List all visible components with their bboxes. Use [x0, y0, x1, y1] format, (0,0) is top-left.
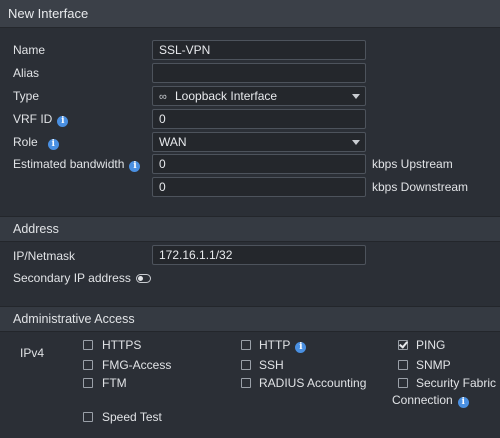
ip-netmask-input[interactable]: 172.16.1.1/32	[152, 245, 366, 265]
alias-input[interactable]	[152, 63, 366, 83]
info-icon[interactable]: i	[295, 342, 307, 353]
type-select[interactable]: ∞ Loopback Interface	[152, 86, 366, 106]
upstream-unit: kbps Upstream	[372, 157, 453, 171]
speed-test-checkbox[interactable]	[83, 412, 93, 422]
bandwidth-label-text: Estimated bandwidth	[13, 157, 125, 171]
security-fabric-checkbox[interactable]	[398, 378, 408, 388]
security-fabric-label-line2: Connection	[392, 393, 453, 407]
ftm-label: FTM	[102, 376, 127, 390]
security-fabric-label-line2-row: Connection i	[392, 393, 469, 408]
link-icon: ∞	[159, 91, 167, 103]
ftm-checkbox[interactable]	[83, 378, 93, 388]
info-icon[interactable]: i	[457, 397, 469, 408]
type-value: Loopback Interface	[175, 89, 278, 103]
name-label: Name	[13, 43, 46, 57]
dialog-titlebar: New Interface	[0, 0, 500, 28]
secondary-ip-label: Secondary IP address	[13, 271, 131, 285]
type-label: Type	[13, 89, 40, 103]
ping-checkbox[interactable]	[398, 340, 408, 350]
role-select[interactable]: WAN	[152, 132, 366, 152]
https-label: HTTPS	[102, 338, 142, 352]
vrf-id-label-text: VRF ID	[13, 112, 53, 126]
ipv4-label: IPv4	[20, 346, 45, 360]
info-icon[interactable]: i	[129, 161, 141, 172]
info-icon[interactable]: i	[47, 139, 59, 150]
role-label-text: Role	[13, 135, 38, 149]
security-fabric-label-line1: Security Fabric	[416, 376, 497, 390]
info-icon[interactable]: i	[57, 116, 69, 127]
vrf-id-input[interactable]: 0	[152, 109, 366, 129]
fmg-access-label: FMG-Access	[102, 358, 172, 372]
address-section-header: Address	[0, 216, 500, 242]
role-label: Role i	[13, 135, 59, 150]
https-checkbox[interactable]	[83, 340, 93, 350]
chevron-down-icon	[352, 94, 360, 99]
http-checkbox[interactable]	[241, 340, 251, 350]
name-input[interactable]: SSL-VPN	[152, 40, 366, 60]
downstream-unit: kbps Downstream	[372, 180, 469, 194]
http-label-row: HTTP i	[259, 338, 307, 353]
secondary-ip-toggle[interactable]	[135, 274, 151, 283]
radius-accounting-checkbox[interactable]	[241, 378, 251, 388]
chevron-down-icon	[352, 140, 360, 145]
admin-access-section-header: Administrative Access	[0, 306, 500, 332]
bandwidth-label: Estimated bandwidth i	[13, 157, 141, 172]
dialog-title: New Interface	[8, 6, 89, 21]
fmg-access-checkbox[interactable]	[83, 360, 93, 370]
downstream-input[interactable]: 0	[152, 177, 366, 197]
snmp-checkbox[interactable]	[398, 360, 408, 370]
vrf-id-label: VRF ID i	[13, 112, 69, 127]
ssh-label: SSH	[259, 358, 284, 372]
secondary-ip-row: Secondary IP address	[13, 271, 151, 285]
ping-label: PING	[416, 338, 446, 352]
http-label: HTTP	[259, 338, 291, 352]
speed-test-label: Speed Test	[102, 410, 162, 424]
admin-access-section-title: Administrative Access	[13, 312, 135, 326]
snmp-label: SNMP	[416, 358, 451, 372]
address-section-title: Address	[13, 222, 59, 236]
alias-label: Alias	[13, 66, 40, 80]
ip-netmask-label: IP/Netmask	[13, 249, 76, 263]
upstream-input[interactable]: 0	[152, 154, 366, 174]
radius-accounting-label: RADIUS Accounting	[259, 376, 367, 390]
ssh-checkbox[interactable]	[241, 360, 251, 370]
role-value: WAN	[159, 135, 187, 149]
